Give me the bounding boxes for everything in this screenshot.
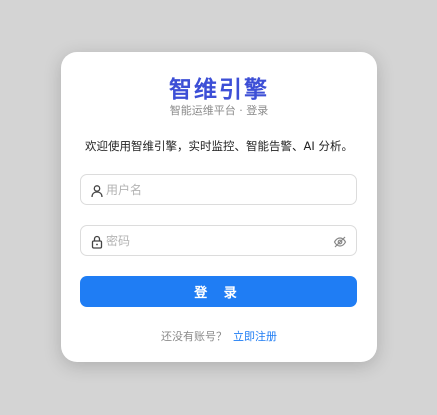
user-icon [90, 183, 104, 198]
login-button[interactable]: 登 录 [80, 276, 357, 307]
login-card: 智维引擎 智能运维平台 · 登录 欢迎使用智维引擎，实时监控、智能告警、AI 分… [61, 52, 377, 362]
eye-off-icon[interactable] [333, 234, 347, 248]
register-link[interactable]: 立即注册 [233, 330, 277, 343]
register-prompt-text: 还没有账号？ [161, 330, 227, 343]
register-prompt: 还没有账号？ 立即注册 [61, 328, 377, 344]
password-input[interactable] [106, 226, 326, 255]
lock-icon [90, 234, 104, 249]
username-field [80, 174, 357, 205]
brand-title: 智维引擎 [169, 77, 269, 103]
brand-subtitle: 智能运维平台 · 登录 [169, 104, 269, 117]
password-field [80, 225, 357, 256]
username-input[interactable] [106, 175, 326, 204]
welcome-text: 欢迎使用智维引擎，实时监控、智能告警、AI 分析。 [85, 139, 353, 153]
